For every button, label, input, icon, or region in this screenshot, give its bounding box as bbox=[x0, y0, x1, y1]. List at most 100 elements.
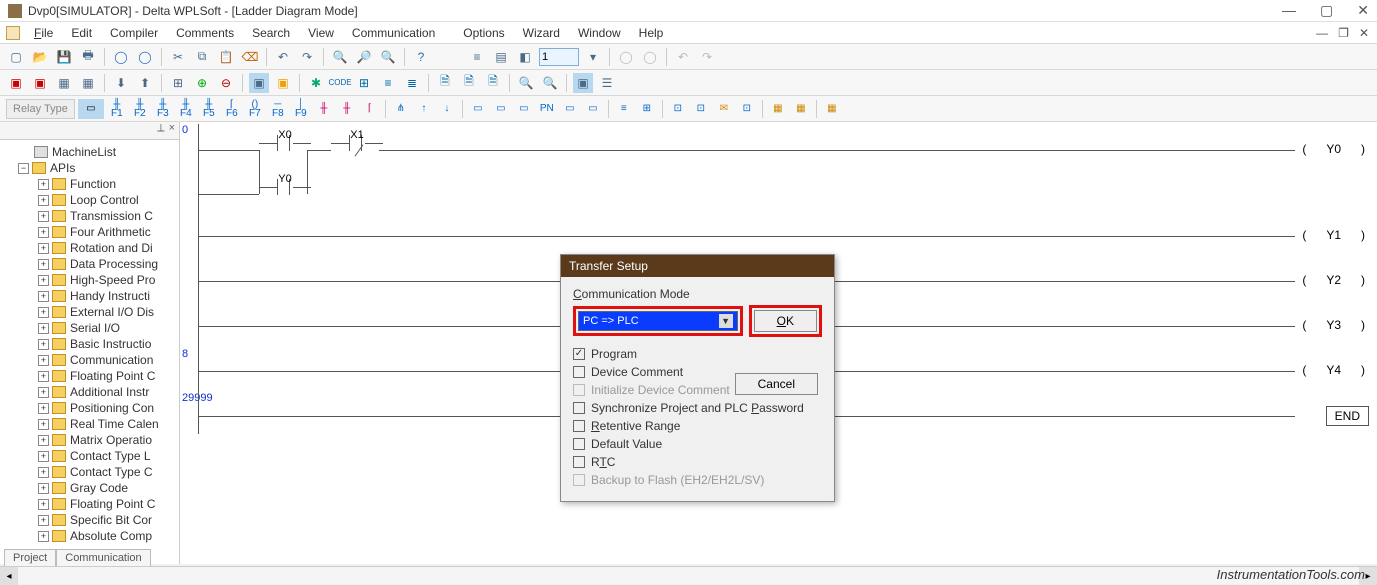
horizontal-scrollbar[interactable]: ◂ ▸ bbox=[0, 566, 1377, 584]
verify-button[interactable]: ▦ bbox=[78, 73, 98, 93]
tree-item[interactable]: +Loop Control bbox=[38, 192, 177, 208]
menu-communication[interactable]: Communication bbox=[344, 24, 443, 42]
chk-sync-password[interactable] bbox=[573, 402, 585, 414]
close-button[interactable]: ✕ bbox=[1357, 2, 1369, 19]
tb-y1[interactable]: 🗎 bbox=[435, 73, 455, 93]
tree-expand-icon[interactable]: + bbox=[38, 515, 49, 526]
find-button[interactable]: 🔍 bbox=[378, 47, 398, 67]
child-minimize-button[interactable]: — bbox=[1316, 26, 1328, 40]
tree-item[interactable]: +Additional Instr bbox=[38, 384, 177, 400]
tree-expand-icon[interactable]: + bbox=[38, 195, 49, 206]
relay-ext1[interactable]: ╫ bbox=[314, 99, 334, 119]
tree-item[interactable]: +Real Time Calen bbox=[38, 416, 177, 432]
simulate-button[interactable]: ⊕ bbox=[192, 73, 212, 93]
tree-expand-icon[interactable]: + bbox=[38, 419, 49, 430]
paste-button[interactable]: 📋 bbox=[216, 47, 236, 67]
tree-apis[interactable]: APIs bbox=[50, 161, 75, 175]
tab-communication[interactable]: Communication bbox=[56, 549, 150, 566]
nav-fwd-button[interactable]: ↷ bbox=[697, 47, 717, 67]
relay-f3[interactable]: ╫F3 bbox=[153, 99, 173, 119]
combo-dropdown-icon[interactable]: ▼ bbox=[719, 314, 733, 328]
menu-window[interactable]: Window bbox=[570, 24, 629, 42]
contact-x1[interactable]: X1 bbox=[331, 132, 383, 154]
relay-n[interactable]: ↓ bbox=[437, 99, 457, 119]
relay-f6[interactable]: ⌈F6 bbox=[222, 99, 242, 119]
relay-ext2[interactable]: ╫ bbox=[337, 99, 357, 119]
relay-inv[interactable]: ⋔ bbox=[391, 99, 411, 119]
tree-item[interactable]: +Absolute Comp bbox=[38, 528, 177, 544]
chk-retentive[interactable] bbox=[573, 420, 585, 432]
rt-5[interactable]: ▭ bbox=[560, 99, 580, 119]
online-button[interactable]: ⊖ bbox=[216, 73, 236, 93]
tb-x4[interactable]: ≡ bbox=[378, 73, 398, 93]
rt-6[interactable]: ▭ bbox=[583, 99, 603, 119]
tb-x2[interactable]: CODE bbox=[330, 73, 350, 93]
save-button[interactable]: 💾 bbox=[54, 47, 74, 67]
tree-expand-icon[interactable]: + bbox=[38, 243, 49, 254]
menu-compiler[interactable]: Compiler bbox=[102, 24, 166, 42]
relay-f4[interactable]: ╫F4 bbox=[176, 99, 196, 119]
tree-expand-icon[interactable]: + bbox=[38, 259, 49, 270]
tree-expand-icon[interactable]: + bbox=[38, 307, 49, 318]
coil-y4[interactable]: ( Y4 ) bbox=[1302, 363, 1365, 377]
cancel-button[interactable]: Cancel bbox=[735, 373, 818, 395]
tree-item[interactable]: +Transmission C bbox=[38, 208, 177, 224]
new-button[interactable]: ▢ bbox=[6, 47, 26, 67]
tree-collapse-icon[interactable]: − bbox=[18, 163, 29, 174]
cut-button[interactable]: ✂ bbox=[168, 47, 188, 67]
step-input[interactable] bbox=[539, 48, 579, 66]
redo-big-button[interactable]: ◯ bbox=[135, 47, 155, 67]
tb-x5[interactable]: ≣ bbox=[402, 73, 422, 93]
compile-button[interactable]: ▣ bbox=[6, 73, 26, 93]
tree-expand-icon[interactable]: + bbox=[38, 467, 49, 478]
tb-z1[interactable]: 🔍 bbox=[516, 73, 536, 93]
tree-expand-icon[interactable]: + bbox=[38, 275, 49, 286]
chk-device-comment[interactable] bbox=[573, 366, 585, 378]
relay-f9[interactable]: │F9 bbox=[291, 99, 311, 119]
tree-expand-icon[interactable]: + bbox=[38, 435, 49, 446]
rt-11[interactable]: ✉ bbox=[714, 99, 734, 119]
relay-f5[interactable]: ╫F5 bbox=[199, 99, 219, 119]
scroll-left-icon[interactable]: ◂ bbox=[0, 567, 18, 585]
tab-project[interactable]: Project bbox=[4, 549, 56, 566]
tb-z4[interactable]: ☰ bbox=[597, 73, 617, 93]
rt-2[interactable]: ▭ bbox=[491, 99, 511, 119]
rt-1[interactable]: ▭ bbox=[468, 99, 488, 119]
relay-f1[interactable]: ╫F1 bbox=[107, 99, 127, 119]
rt-9[interactable]: ⊡ bbox=[668, 99, 688, 119]
ok-button[interactable]: OK bbox=[754, 310, 817, 332]
tree-expand-icon[interactable]: + bbox=[38, 499, 49, 510]
tree-expand-icon[interactable]: + bbox=[38, 451, 49, 462]
rt-4[interactable]: PN bbox=[537, 99, 557, 119]
tree-expand-icon[interactable]: + bbox=[38, 531, 49, 542]
tree-expand-icon[interactable]: + bbox=[38, 403, 49, 414]
tree-item[interactable]: +Gray Code bbox=[38, 480, 177, 496]
tree-item[interactable]: +Four Arithmetic bbox=[38, 224, 177, 240]
tree-item[interactable]: +Specific Bit Cor bbox=[38, 512, 177, 528]
minimize-button[interactable]: — bbox=[1282, 2, 1296, 19]
menu-file[interactable]: File bbox=[26, 24, 61, 42]
tree-item[interactable]: +External I/O Dis bbox=[38, 304, 177, 320]
menu-wizard[interactable]: Wizard bbox=[515, 24, 568, 42]
relay-f8[interactable]: ─F8 bbox=[268, 99, 288, 119]
run-button[interactable]: ⬇ bbox=[111, 73, 131, 93]
open-button[interactable]: 📂 bbox=[30, 47, 50, 67]
coil-y1[interactable]: ( Y1 ) bbox=[1302, 228, 1365, 242]
rt-7[interactable]: ≡ bbox=[614, 99, 634, 119]
copy-button[interactable]: ⧉ bbox=[192, 47, 212, 67]
redo-button[interactable]: ↷ bbox=[297, 47, 317, 67]
tree-expand-icon[interactable]: + bbox=[38, 211, 49, 222]
relay-f2[interactable]: ╫F2 bbox=[130, 99, 150, 119]
relay-selected[interactable]: ▭ bbox=[78, 99, 104, 119]
print-button[interactable]: 🖶 bbox=[78, 47, 98, 67]
tree-expand-icon[interactable]: + bbox=[38, 323, 49, 334]
menu-comments[interactable]: Comments bbox=[168, 24, 242, 42]
tb-x1[interactable]: ✱ bbox=[306, 73, 326, 93]
tree-item[interactable]: +Basic Instructio bbox=[38, 336, 177, 352]
monitor-button[interactable]: ⊞ bbox=[168, 73, 188, 93]
step-dropdown[interactable]: ▾ bbox=[583, 47, 603, 67]
ladder-mode-button[interactable]: ≡ bbox=[467, 47, 487, 67]
tb-z2[interactable]: 🔍 bbox=[540, 73, 560, 93]
tree-item[interactable]: +Serial I/O bbox=[38, 320, 177, 336]
sidebar-close-icon[interactable]: × bbox=[167, 122, 177, 139]
